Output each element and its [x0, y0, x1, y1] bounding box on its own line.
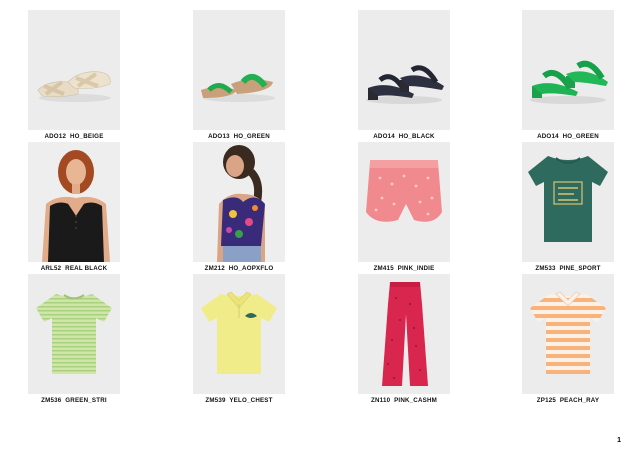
product-photo — [28, 142, 120, 262]
product-photo — [522, 10, 614, 130]
product-card: ZM212 HO_AOPXFLO — [193, 142, 285, 272]
product-photo — [522, 142, 614, 262]
product-code: ARL52 REAL BLACK — [40, 265, 108, 272]
product-photo — [358, 10, 450, 130]
product-code: ADO12 HO_BEIGE — [44, 133, 104, 140]
product-card: ADO13 HO_GREEN — [193, 10, 285, 140]
product-photo — [358, 142, 450, 262]
product-code: ZM212 HO_AOPXFLO — [204, 265, 274, 272]
product-code: ZM536 GREEN_STRI — [41, 397, 107, 404]
product-card: ZM536 GREEN_STRI — [28, 274, 120, 404]
product-card: ZP125 PEACH_RAY — [522, 274, 614, 404]
product-card: ZM533 PINE_SPORT — [522, 142, 614, 272]
product-grid: ADO12 HO_BEIGE ADO13 HO_GREEN ADO14 HO_B… — [0, 0, 640, 452]
product-photo — [28, 274, 120, 394]
product-card: ADO14 HO_BLACK — [358, 10, 450, 140]
product-code: ADO14 HO_BLACK — [373, 133, 435, 140]
product-code: ZM415 PINK_INDIE — [373, 265, 435, 272]
product-card: ZN110 PINK_CASHM — [358, 274, 450, 404]
product-code: ADO14 HO_GREEN — [537, 133, 599, 140]
product-card: ZM539 YELO_CHEST — [193, 274, 285, 404]
product-photo — [193, 10, 285, 130]
product-card: ARL52 REAL BLACK — [28, 142, 120, 272]
product-code: ZM539 YELO_CHEST — [205, 397, 273, 404]
product-photo — [28, 10, 120, 130]
product-code: ZM533 PINE_SPORT — [535, 265, 601, 272]
page-number: 1 — [617, 437, 621, 444]
product-card: ZM415 PINK_INDIE — [358, 142, 450, 272]
product-card: ADO12 HO_BEIGE — [28, 10, 120, 140]
product-photo — [358, 274, 450, 394]
product-photo — [522, 274, 614, 394]
product-code: ZP125 PEACH_RAY — [536, 397, 600, 404]
product-photo — [193, 274, 285, 394]
product-code: ADO13 HO_GREEN — [208, 133, 270, 140]
product-photo — [193, 142, 285, 262]
product-code: ZN110 PINK_CASHM — [371, 397, 437, 404]
product-card: ADO14 HO_GREEN — [522, 10, 614, 140]
